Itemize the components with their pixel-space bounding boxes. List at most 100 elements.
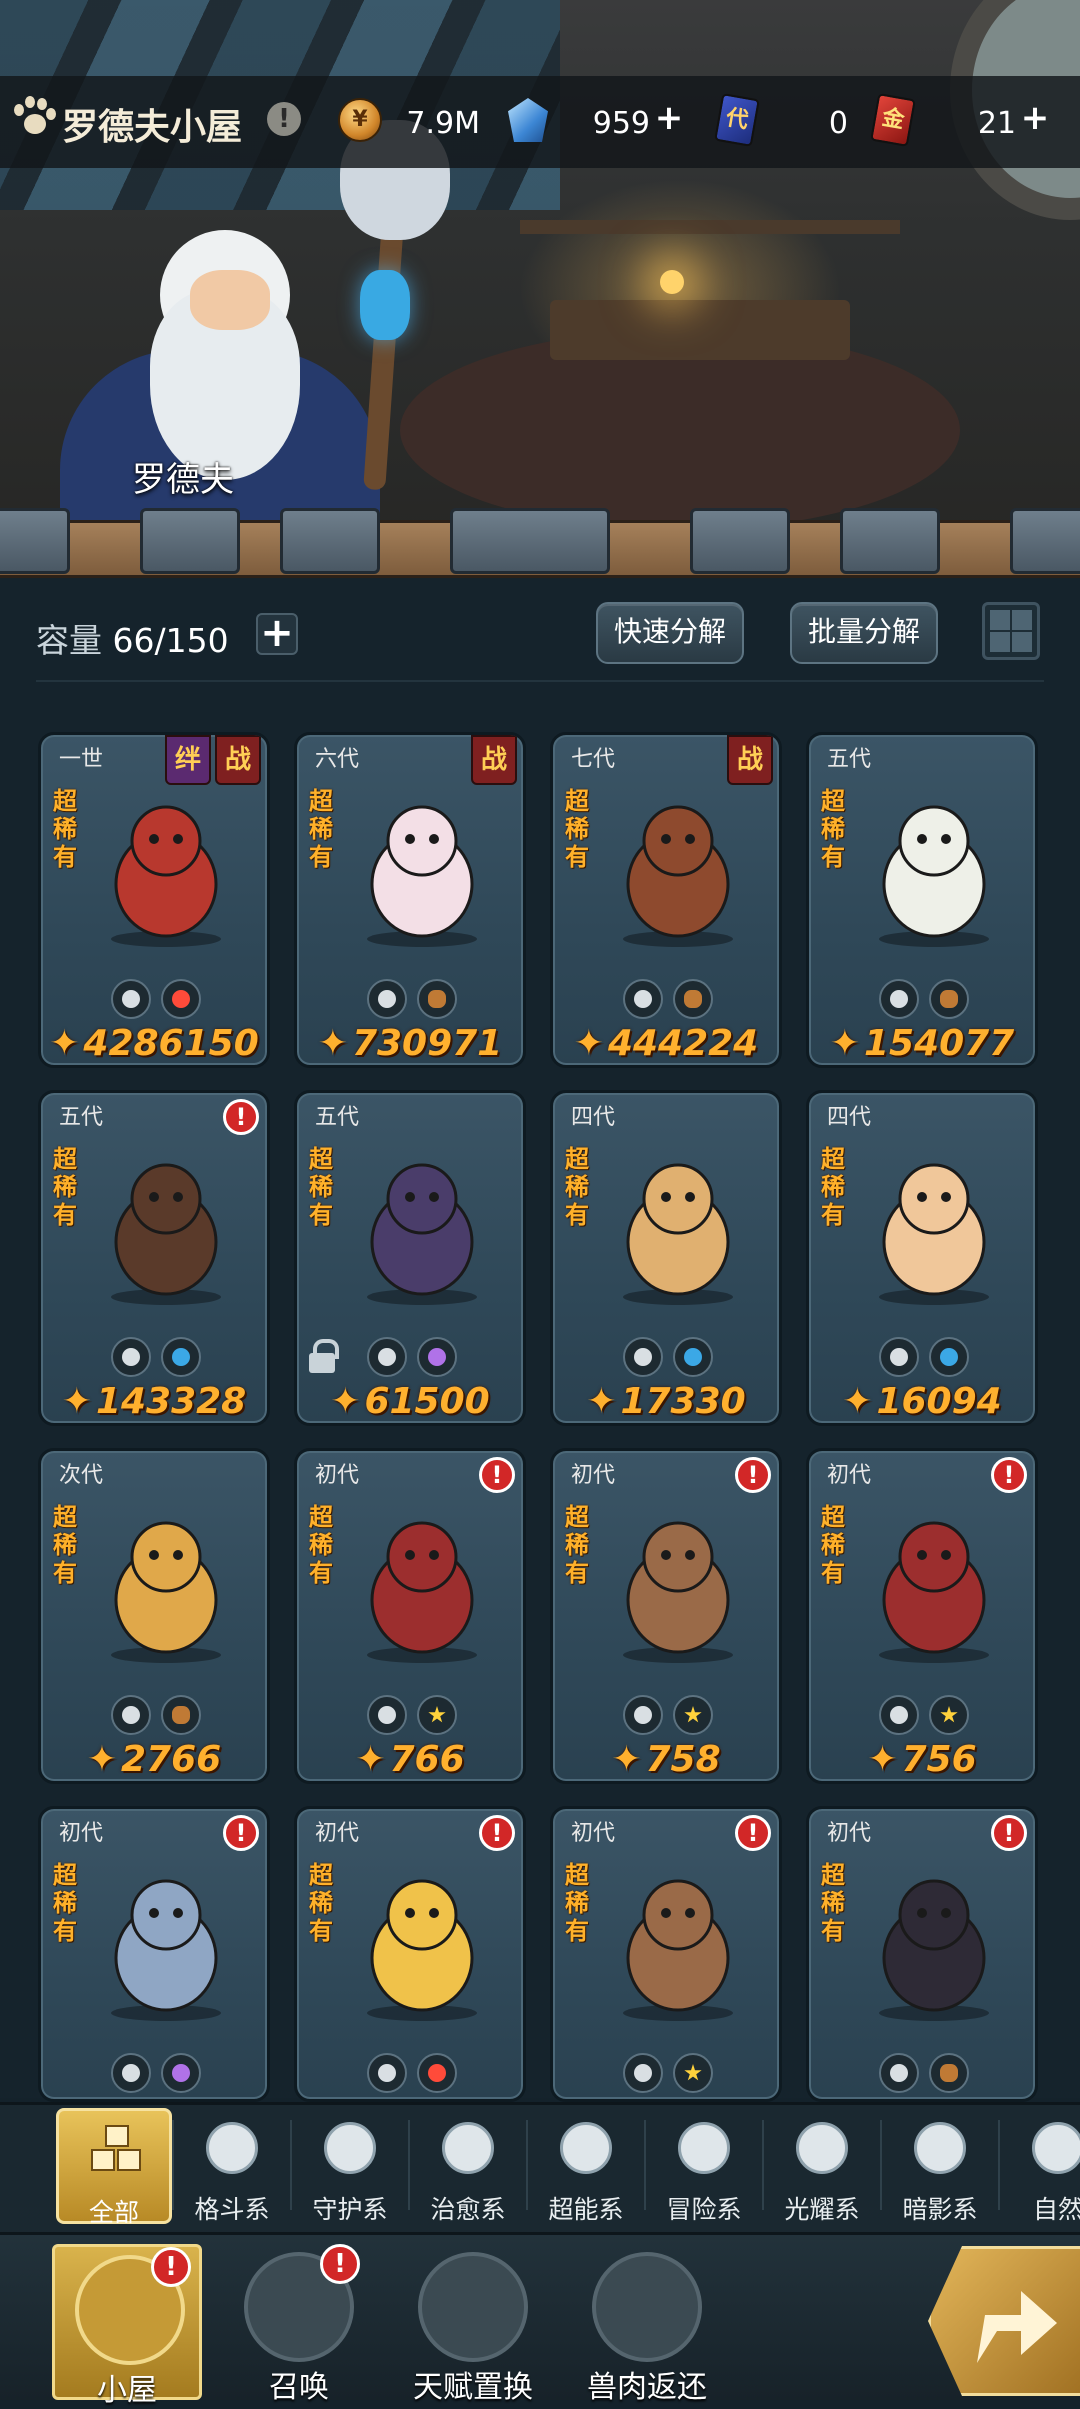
gem-resource[interactable]: 959 +: [506, 94, 690, 148]
rarity-label: 超稀有: [565, 787, 589, 871]
power-value: 4286150: [83, 1023, 259, 1064]
pet-portrait: [859, 1137, 1009, 1307]
element-icon: [161, 979, 201, 1019]
element-icon: [673, 1337, 713, 1377]
house-title: 罗德夫小屋: [62, 107, 243, 148]
category-label: 冒险系: [666, 2195, 742, 2224]
pet-card[interactable]: 次代 超稀有 ✦ 2766: [38, 1448, 270, 1784]
nav-item[interactable]: 天赋置换: [398, 2244, 548, 2405]
character-name: 罗德夫: [132, 460, 234, 500]
pet-card[interactable]: 四代 超稀有 ✦ 17330: [550, 1090, 782, 1426]
pet-power: ✦ 444224: [553, 1023, 779, 1064]
batch-decompose-button[interactable]: 批量分解: [790, 602, 938, 664]
rarity-label: 超稀有: [53, 1861, 77, 1945]
nav-item[interactable]: 召唤!: [224, 2244, 374, 2405]
category-label: 超能系: [548, 2195, 624, 2224]
category-tab[interactable]: 自然: [1000, 2108, 1080, 2224]
pet-generation: 初代: [315, 1463, 360, 1488]
pet-card[interactable]: 初代 超稀有! ✦ 766: [294, 1448, 526, 1784]
category-tab[interactable]: 格斗系: [174, 2108, 290, 2224]
add-gold-card-button[interactable]: +: [1020, 101, 1050, 135]
element-icon: [417, 2053, 457, 2093]
nav-label: 兽肉返还: [587, 2370, 707, 2405]
pet-card[interactable]: 一世 超稀有 战绊 ✦ 4286150: [38, 732, 270, 1068]
pet-card[interactable]: 初代 超稀有!: [806, 1806, 1038, 2102]
element-icon: [879, 1337, 919, 1377]
pet-card[interactable]: 五代 超稀有 ✦ 61500: [294, 1090, 526, 1426]
nav-label: 召唤: [269, 2370, 329, 2405]
element-icon: [367, 2053, 407, 2093]
element-icon: [367, 1695, 407, 1735]
element-icon: [161, 1337, 201, 1377]
pet-portrait: [603, 1137, 753, 1307]
star-cross-icon: [796, 2122, 848, 2174]
grid-view-icon[interactable]: [982, 602, 1040, 660]
pet-power: ✦ 2766: [41, 1739, 267, 1780]
rarity-label: 超稀有: [53, 787, 77, 871]
rarity-label: 超稀有: [309, 787, 333, 871]
power-icon: ✦: [829, 1023, 860, 1064]
alert-badge-icon: !: [151, 2247, 191, 2287]
alert-badge-icon: !: [320, 2244, 360, 2284]
coin-resource[interactable]: ¥ 7.9M: [338, 94, 488, 148]
pet-card[interactable]: 四代 超稀有 ✦ 16094: [806, 1090, 1038, 1426]
element-icon: [623, 1695, 663, 1735]
sprout-icon: [442, 2122, 494, 2174]
tab-divider: [290, 2120, 292, 2210]
nav-item[interactable]: 小屋!: [52, 2244, 202, 2408]
alert-badge-icon: !: [223, 1815, 259, 1851]
nav-item[interactable]: 兽肉返还: [572, 2244, 722, 2405]
quick-decompose-button[interactable]: 快速分解: [596, 602, 744, 664]
pet-card[interactable]: 初代 超稀有! ✦ 756: [806, 1448, 1038, 1784]
element-icon: [929, 979, 969, 1019]
rug: [400, 330, 960, 530]
meat-icon: [592, 2252, 702, 2362]
pet-generation: 初代: [59, 1821, 104, 1846]
rarity-label: 超稀有: [53, 1503, 77, 1587]
category-tab[interactable]: 超能系: [528, 2108, 644, 2224]
category-tab[interactable]: 光耀系: [764, 2108, 880, 2224]
power-value: 61500: [364, 1381, 490, 1422]
category-tab[interactable]: 冒险系: [646, 2108, 762, 2224]
category-tab[interactable]: 守护系: [292, 2108, 408, 2224]
lock-icon: [307, 1339, 339, 1373]
pet-card[interactable]: 五代 超稀有! ✦ 143328: [38, 1090, 270, 1426]
pet-power: ✦ 17330: [553, 1381, 779, 1422]
candle-icon: [660, 270, 684, 294]
pet-portrait: [347, 779, 497, 949]
pet-generation: 初代: [571, 1463, 616, 1488]
rarity-label: 超稀有: [309, 1145, 333, 1229]
category-tab[interactable]: 治愈系: [410, 2108, 526, 2224]
pet-card[interactable]: 初代 超稀有!: [550, 1806, 782, 2102]
element-icon: [111, 979, 151, 1019]
ticket-resource[interactable]: 代 0: [714, 93, 854, 148]
gold-card-resource[interactable]: 金 21 +: [870, 93, 1060, 148]
coin-icon: ¥: [338, 98, 382, 142]
tab-divider: [762, 2120, 764, 2210]
alert-badge-icon: !: [479, 1815, 515, 1851]
category-tab[interactable]: 全部: [56, 2108, 172, 2227]
stage-block: [140, 508, 240, 574]
category-tab[interactable]: 暗影系: [882, 2108, 998, 2224]
category-label: 暗影系: [902, 2195, 978, 2224]
gold-card-icon: 金: [870, 93, 916, 147]
pet-card[interactable]: 六代 超稀有 战 ✦ 730971: [294, 732, 526, 1068]
shield-icon: [324, 2122, 376, 2174]
pet-card[interactable]: 七代 超稀有 战 ✦ 444224: [550, 732, 782, 1068]
pet-card[interactable]: 五代 超稀有 ✦ 154077: [806, 732, 1038, 1068]
stage-block: [0, 508, 70, 574]
element-icon: [929, 1337, 969, 1377]
expand-capacity-button[interactable]: +: [256, 613, 298, 655]
power-icon: ✦: [61, 1381, 92, 1422]
pet-card[interactable]: 初代超稀有!: [38, 1806, 270, 2102]
element-icon: [417, 979, 457, 1019]
pet-card[interactable]: 初代 超稀有! ✦ 758: [550, 1448, 782, 1784]
power-value: 17330: [620, 1381, 746, 1422]
pet-card[interactable]: 初代 超稀有!: [294, 1806, 526, 2102]
add-gem-button[interactable]: +: [654, 101, 684, 135]
info-icon[interactable]: !: [267, 102, 301, 136]
pet-portrait: [91, 779, 241, 949]
pet-portrait: [859, 1853, 1009, 2023]
eye-icon: [914, 2122, 966, 2174]
element-icon: [161, 1695, 201, 1735]
